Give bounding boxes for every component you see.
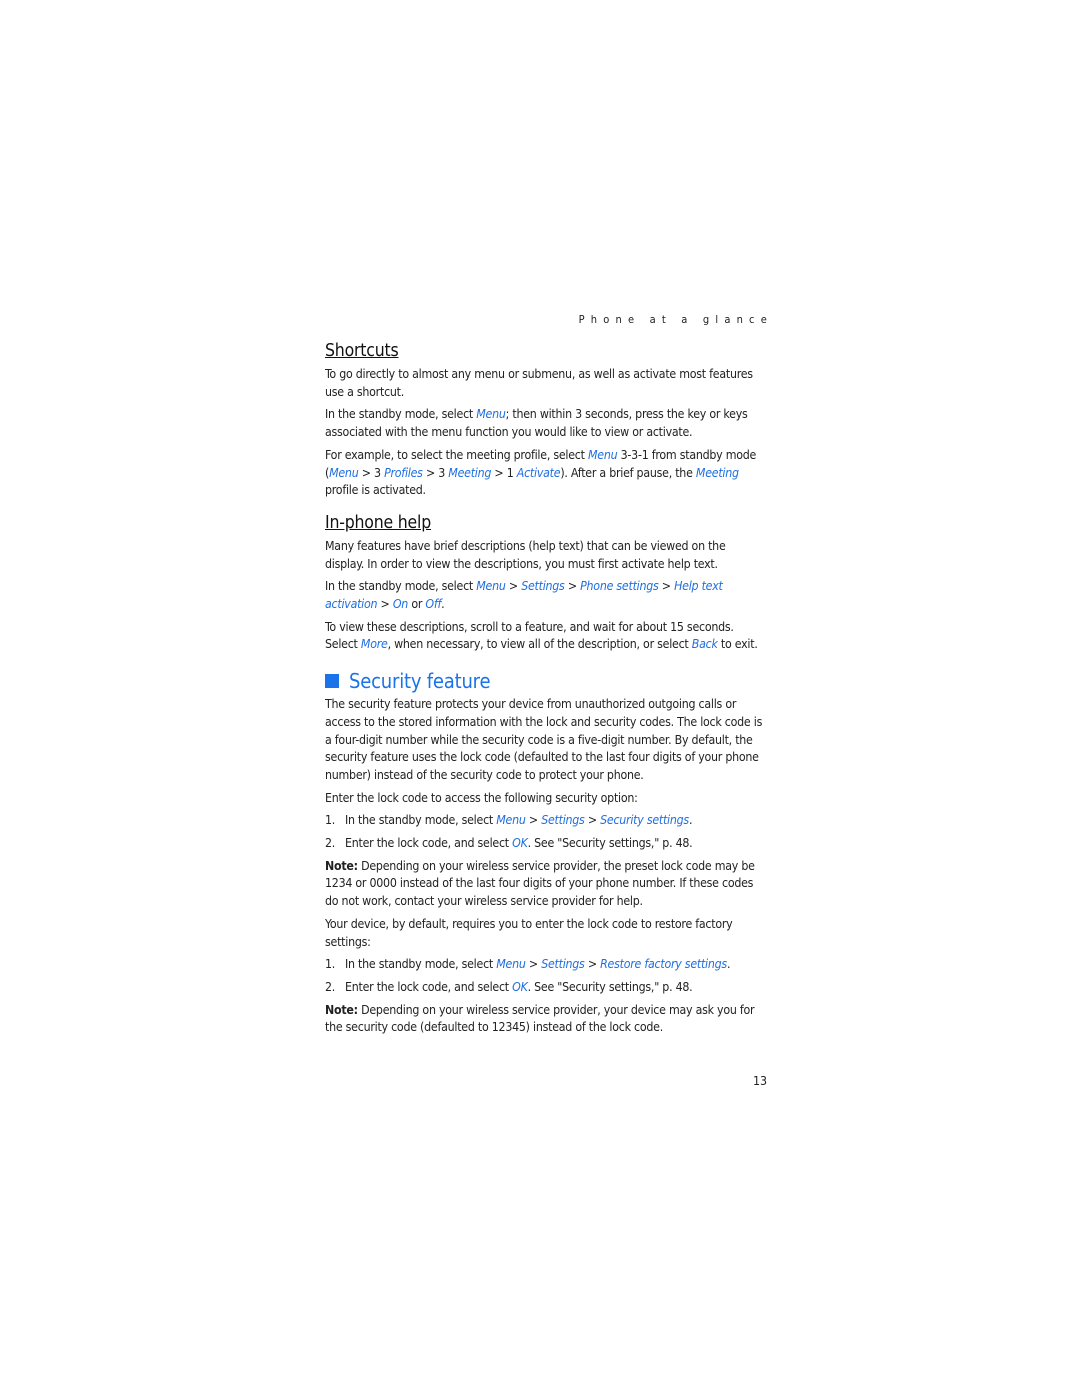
meeting-link: Meeting — [695, 465, 739, 480]
step-text: In the standby mode, select Menu > Setti… — [345, 956, 730, 974]
menu-link: Menu — [476, 407, 506, 422]
text: . See "Security settings," p. 48. — [527, 836, 693, 851]
separator: > — [525, 957, 542, 972]
step-text: In the standby mode, select Menu > Setti… — [345, 812, 692, 830]
square-bullet-icon — [325, 674, 339, 689]
text: . — [688, 813, 693, 828]
restore-steps: 1. In the standby mode, select Menu > Set… — [325, 956, 767, 996]
profiles-link: Profiles — [384, 465, 423, 480]
text: to exit. — [717, 637, 758, 652]
shortcuts-heading: Shortcuts — [325, 341, 399, 361]
step-text: Enter the lock code, and select OK. See … — [345, 835, 693, 853]
text: . — [726, 957, 731, 972]
separator: > — [584, 813, 601, 828]
shortcuts-example: For example, to select the meeting profi… — [325, 447, 767, 500]
step-item: 1. In the standby mode, select Menu > Set… — [325, 812, 767, 830]
text: > 1 — [491, 465, 517, 480]
inphone-help-heading: In-phone help — [325, 512, 432, 533]
step-item: 2. Enter the lock code, and select OK. Se… — [325, 979, 767, 997]
text: ). After a brief pause, the — [560, 465, 696, 480]
separator: > — [505, 579, 522, 594]
restore-intro: Your device, by default, requires you to… — [325, 916, 733, 949]
separator: > — [377, 597, 393, 612]
text: or — [408, 597, 426, 612]
shortcuts-intro: To go directly to almost any menu or sub… — [325, 367, 753, 399]
step-number: 2. — [325, 979, 336, 994]
step-number: 1. — [325, 957, 336, 972]
ok-link: OK — [512, 836, 528, 851]
text: , when necessary, to view all of the des… — [387, 637, 692, 652]
text: In the standby mode, select — [325, 407, 477, 422]
inphone-help-path: In the standby mode, select Menu > Setti… — [325, 578, 767, 613]
on-link: On — [392, 597, 409, 612]
text: > 3 — [358, 465, 385, 480]
shortcuts-instructions: In the standby mode, select Menu; then w… — [325, 406, 767, 441]
text: In the standby mode, select — [345, 957, 497, 972]
menu-link: Menu — [329, 465, 359, 480]
separator: > — [525, 813, 542, 828]
note-label: Note: — [325, 1002, 358, 1017]
note-lock-code: Note: Depending on your wireless service… — [325, 858, 767, 911]
separator: > — [658, 579, 675, 594]
manual-page: Phone at a glance Shortcuts To go direct… — [325, 312, 767, 1042]
phone-settings-link: Phone settings — [580, 579, 659, 594]
restore-factory-settings-link: Restore factory settings — [600, 957, 727, 972]
more-link: More — [360, 637, 388, 652]
step-number: 2. — [325, 836, 336, 851]
menu-link: Menu — [496, 957, 526, 972]
menu-link: Menu — [496, 813, 526, 828]
text: Enter the lock code, and select — [345, 836, 513, 851]
menu-link: Menu — [587, 447, 618, 462]
meeting-link: Meeting — [448, 465, 492, 480]
text: . See "Security settings," p. 48. — [527, 979, 693, 994]
security-intro: The security feature protects your devic… — [325, 697, 763, 782]
settings-link: Settings — [541, 813, 585, 828]
text: . — [441, 597, 445, 612]
security-feature-heading: Security feature — [325, 668, 767, 694]
security-settings-link: Security settings — [600, 813, 689, 828]
step-item: 1. In the standby mode, select Menu > Set… — [325, 956, 767, 974]
step-number: 1. — [325, 813, 336, 828]
text: Enter the lock code, and select — [345, 979, 513, 994]
step-item: 2. Enter the lock code, and select OK. Se… — [325, 835, 767, 853]
security-option-intro: Enter the lock code to access the follow… — [325, 790, 638, 805]
settings-link: Settings — [521, 579, 565, 594]
ok-link: OK — [512, 979, 528, 994]
note-security-code: Note: Depending on your wireless service… — [325, 1002, 767, 1037]
security-feature-title: Security feature — [349, 669, 491, 694]
separator: > — [584, 957, 601, 972]
security-steps: 1. In the standby mode, select Menu > Set… — [325, 812, 767, 852]
note-text: Depending on your wireless service provi… — [325, 1002, 755, 1035]
step-text: Enter the lock code, and select OK. See … — [345, 979, 693, 997]
text: In the standby mode, select — [345, 813, 497, 828]
back-link: Back — [691, 637, 718, 652]
inphone-help-intro: Many features have brief descriptions (h… — [325, 538, 726, 571]
note-text: Depending on your wireless service provi… — [325, 858, 755, 909]
note-label: Note: — [325, 858, 358, 873]
text: profile is activated. — [325, 483, 426, 498]
inphone-help-usage: To view these descriptions, scroll to a … — [325, 619, 767, 654]
off-link: Off — [425, 597, 442, 612]
menu-link: Menu — [476, 579, 506, 594]
text: > 3 — [422, 465, 449, 480]
text: In the standby mode, select — [325, 579, 477, 594]
settings-link: Settings — [541, 957, 585, 972]
running-head: Phone at a glance — [578, 313, 773, 326]
activate-link: Activate — [516, 465, 561, 480]
separator: > — [564, 579, 581, 594]
text: For example, to select the meeting profi… — [325, 447, 588, 462]
page-number: 13 — [753, 1074, 768, 1088]
